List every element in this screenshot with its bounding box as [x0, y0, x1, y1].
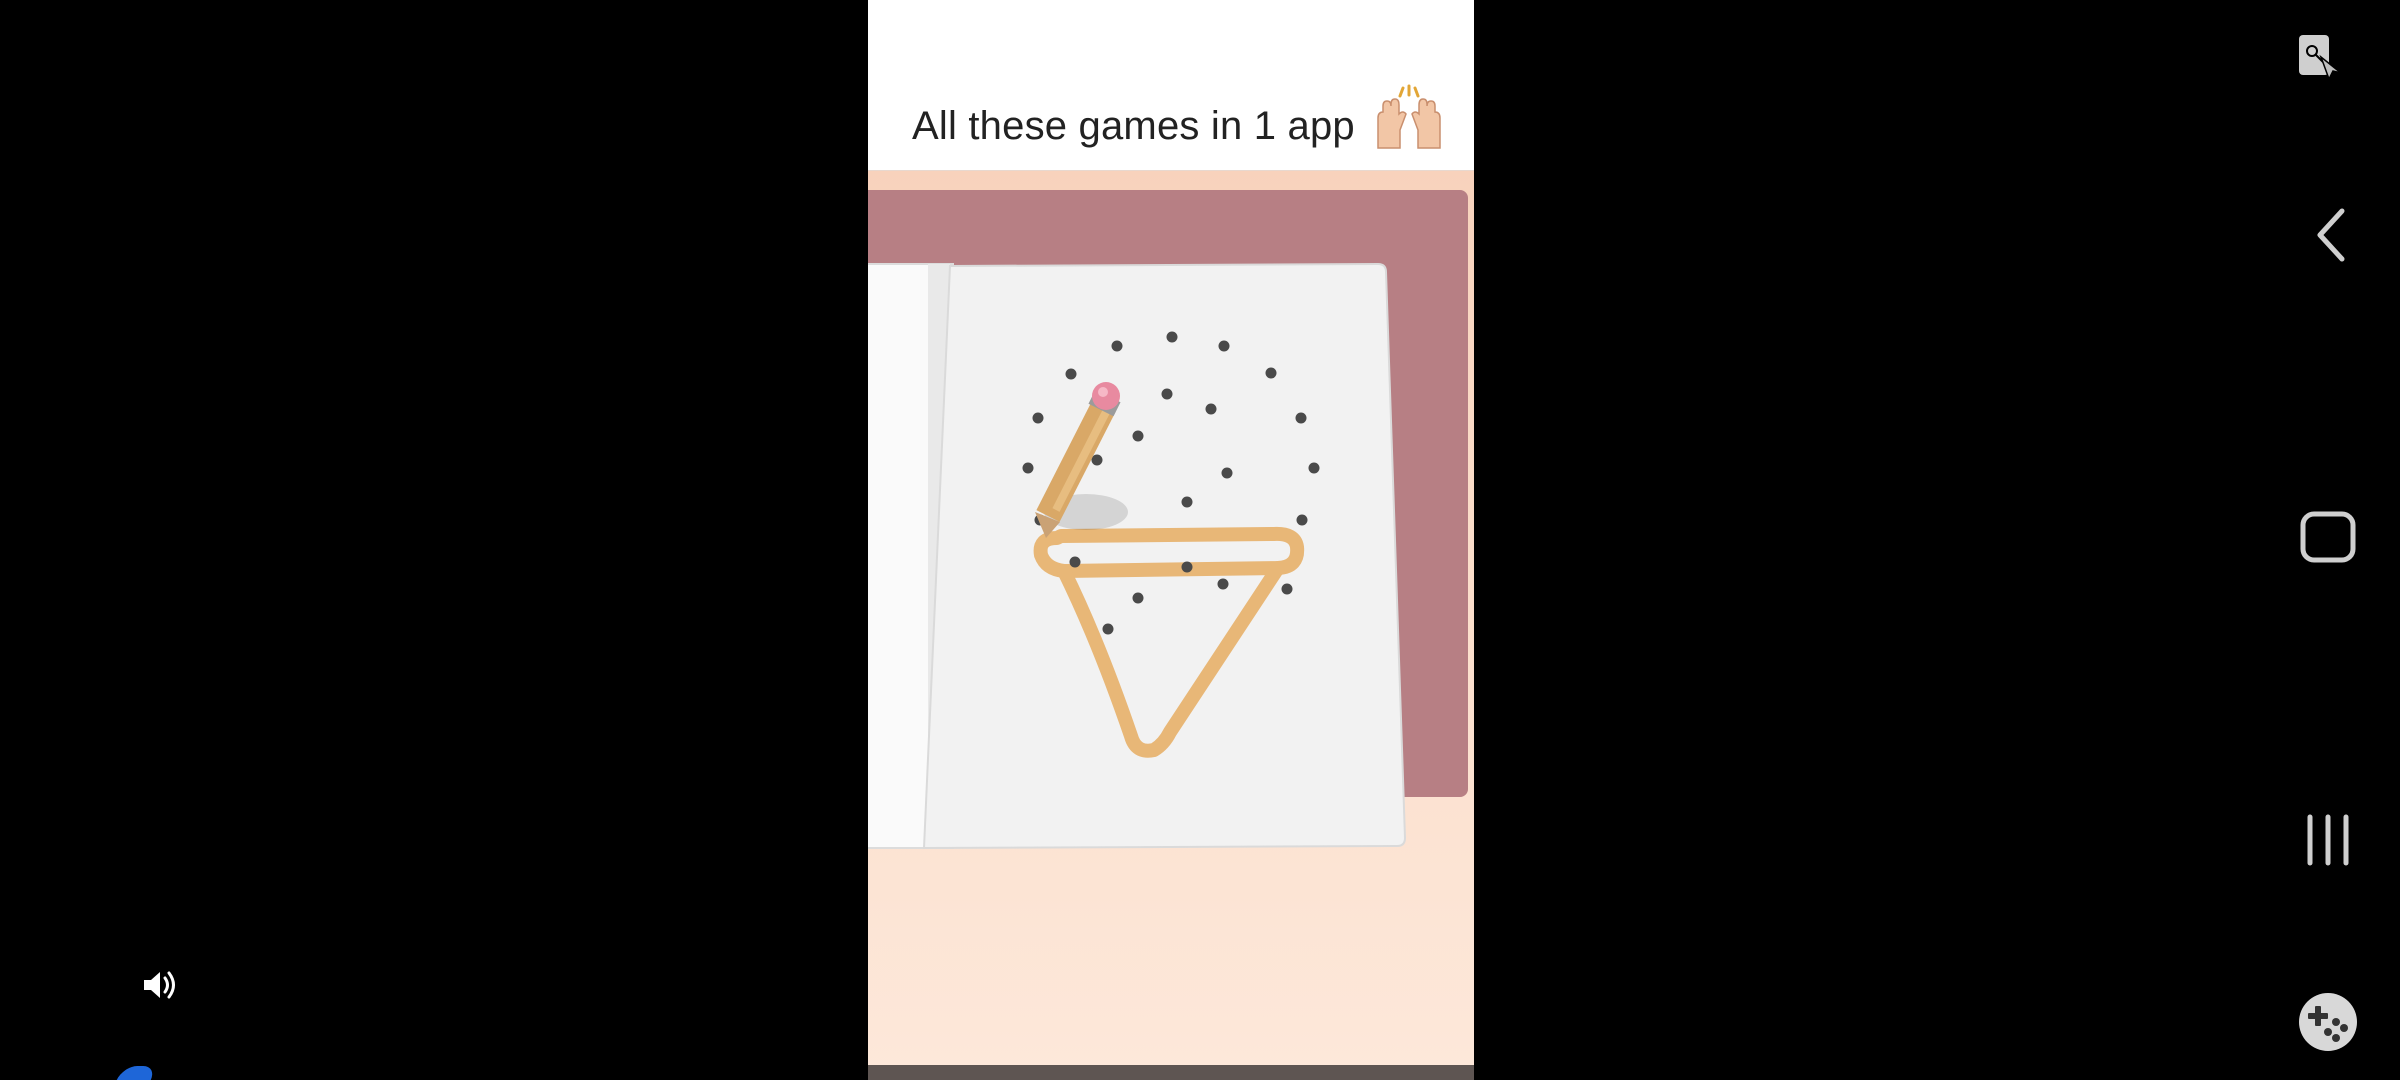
connect-the-dots-scene[interactable]	[868, 170, 1474, 1065]
ad-title: All these games in 1 app	[912, 104, 1355, 148]
back-icon	[2317, 208, 2345, 262]
volume-button[interactable]	[136, 962, 182, 1008]
back-button[interactable]	[2300, 200, 2360, 270]
recents-button[interactable]	[2298, 808, 2358, 872]
home-button[interactable]	[2293, 505, 2363, 569]
progress-indicator	[116, 1066, 158, 1080]
game-controller-icon	[2308, 1006, 2348, 1042]
game-tools-button[interactable]	[2299, 993, 2357, 1051]
book-right-page	[922, 262, 1407, 850]
screen-lock-button[interactable]	[2290, 22, 2350, 92]
ad-bottom-strip	[868, 1065, 1474, 1080]
recents-icon	[2307, 814, 2349, 866]
ad-panel[interactable]: All these games in 1 app	[868, 0, 1474, 1080]
home-icon	[2300, 511, 2356, 563]
ad-header: All these games in 1 app	[868, 0, 1474, 171]
volume-icon	[144, 971, 175, 999]
raising-hands-icon	[1377, 84, 1441, 149]
screen-lock-icon	[2299, 35, 2342, 81]
